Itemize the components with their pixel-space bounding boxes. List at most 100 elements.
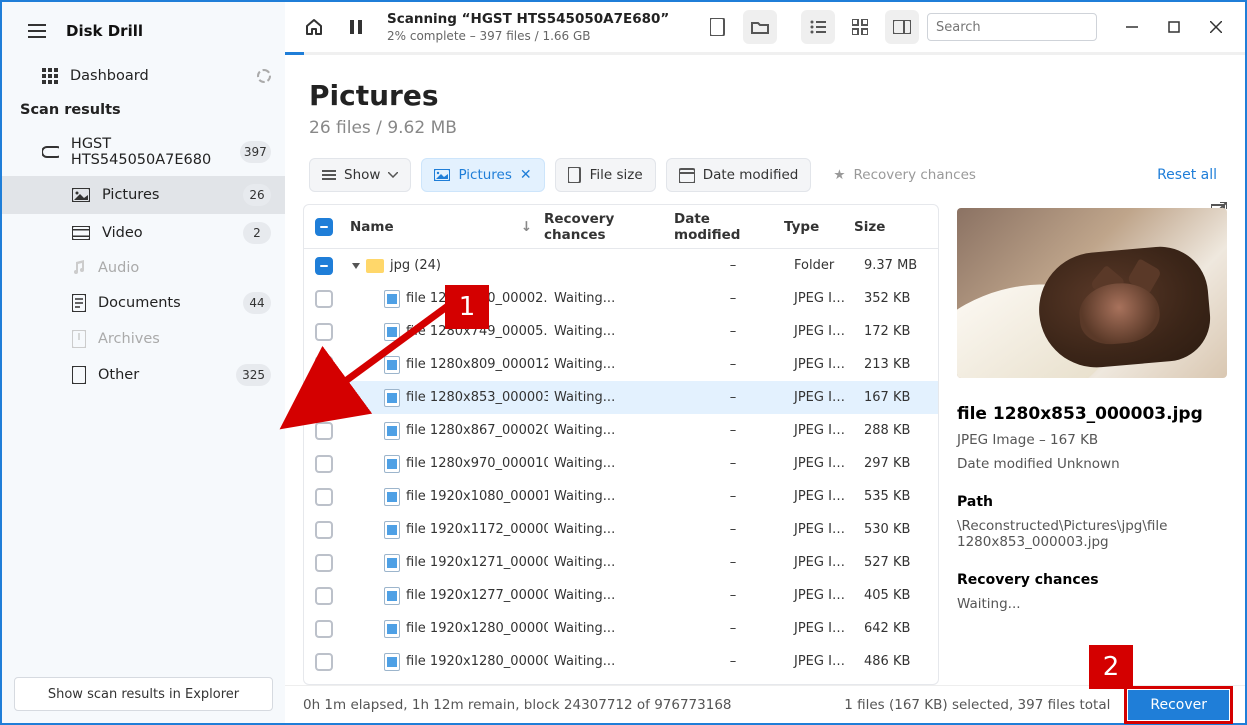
- row-checkbox[interactable]: [315, 587, 333, 605]
- sidebar-item-archives[interactable]: Archives: [2, 322, 285, 356]
- row-checkbox[interactable]: [315, 653, 333, 671]
- file-row[interactable]: file 1280x867_000020... Waiting... – JPE…: [304, 414, 938, 447]
- preview-rc-label: Recovery chances: [957, 572, 1227, 588]
- sidebar-item-disk[interactable]: HGST HTS545050A7E680 397: [2, 128, 285, 176]
- recover-button[interactable]: Recover: [1128, 690, 1229, 720]
- row-type: JPEG Im...: [788, 489, 858, 504]
- archive-icon: [72, 330, 86, 348]
- status-left: 0h 1m elapsed, 1h 12m remain, block 2430…: [303, 697, 732, 713]
- file-icon: [72, 366, 86, 384]
- row-type: JPEG Im...: [788, 588, 858, 603]
- filter-file-size[interactable]: File size: [555, 158, 656, 192]
- file-row[interactable]: file 1920x1280_00000... Waiting... – JPE…: [304, 612, 938, 645]
- row-type: JPEG Im...: [788, 324, 858, 339]
- sidebar-item-documents[interactable]: Documents 44: [2, 284, 285, 322]
- list-view-button[interactable]: [801, 10, 835, 44]
- search-input[interactable]: [936, 20, 1106, 35]
- row-recovery: Waiting...: [548, 423, 678, 438]
- row-checkbox[interactable]: [315, 620, 333, 638]
- file-row[interactable]: file 1920x1080_00001... Waiting... – JPE…: [304, 480, 938, 513]
- filter-recovery-chances[interactable]: ★ Recovery chances: [821, 158, 988, 192]
- row-type: JPEG Im...: [788, 456, 858, 471]
- row-name: jpg (24): [390, 258, 441, 273]
- reset-all-link[interactable]: Reset all: [1157, 167, 1217, 183]
- row-date: –: [678, 456, 788, 471]
- folder-view-button[interactable]: [743, 10, 777, 44]
- row-checkbox[interactable]: [315, 455, 333, 473]
- row-type: JPEG Im...: [788, 423, 858, 438]
- grid-view-button[interactable]: [843, 10, 877, 44]
- row-size: 288 KB: [858, 423, 938, 438]
- maximize-button[interactable]: [1157, 13, 1191, 41]
- sidebar-item-label: Audio: [98, 260, 139, 276]
- preview-meta: JPEG Image – 167 KB: [957, 432, 1227, 448]
- show-dropdown[interactable]: Show: [309, 158, 411, 192]
- row-date: –: [678, 423, 788, 438]
- show-in-explorer-button[interactable]: Show scan results in Explorer: [14, 677, 273, 711]
- col-recovery[interactable]: Recovery chances: [538, 211, 668, 243]
- col-name[interactable]: Name ↓: [344, 219, 538, 235]
- nav-dashboard[interactable]: Dashboard: [2, 60, 285, 92]
- nav-dashboard-label: Dashboard: [70, 68, 149, 84]
- file-row[interactable]: file 1920x1172_00000... Waiting... – JPE…: [304, 513, 938, 546]
- folder-row[interactable]: jpg (24) – Folder 9.37 MB: [304, 249, 938, 282]
- scan-title: Scanning “HGST HTS545050A7E680”: [387, 11, 669, 27]
- section-title: Scan results: [2, 92, 285, 128]
- sidebar-item-pictures[interactable]: Pictures 26: [2, 176, 285, 214]
- row-name: file 1920x1280_00000...: [406, 621, 548, 636]
- pause-button[interactable]: [339, 10, 373, 44]
- filter-date-modified[interactable]: Date modified: [666, 158, 812, 192]
- file-row[interactable]: file 1920x1280_00000... Waiting... – JPE…: [304, 645, 938, 678]
- minimize-button[interactable]: [1115, 13, 1149, 41]
- video-icon: [72, 226, 90, 240]
- row-checkbox[interactable]: [315, 521, 333, 539]
- row-size: 172 KB: [858, 324, 938, 339]
- sidebar-item-video[interactable]: Video 2: [2, 214, 285, 252]
- col-type[interactable]: Type: [778, 219, 848, 235]
- document-icon: [72, 294, 86, 312]
- file-row[interactable]: file 1920x1271_00000... Waiting... – JPE…: [304, 546, 938, 579]
- row-size: 9.37 MB: [858, 258, 938, 273]
- row-checkbox[interactable]: [315, 257, 333, 275]
- preview-image: [957, 208, 1227, 378]
- row-checkbox[interactable]: [315, 422, 333, 440]
- file-icon: [384, 620, 400, 638]
- row-name: file 1280x970_000010...: [406, 456, 548, 471]
- select-all-checkbox[interactable]: [315, 218, 333, 236]
- preview-filename: file 1280x853_000003.jpg: [957, 404, 1227, 424]
- drive-icon: [42, 145, 59, 159]
- row-recovery: Waiting...: [548, 654, 678, 669]
- col-size[interactable]: Size: [848, 219, 928, 235]
- sidebar-item-audio[interactable]: Audio: [2, 252, 285, 284]
- preview-date: Date modified Unknown: [957, 456, 1227, 472]
- preview-rc-value: Waiting...: [957, 596, 1227, 612]
- row-name: file 1280x867_000020...: [406, 423, 548, 438]
- file-icon: [384, 488, 400, 506]
- row-name: file 1920x1271_00000...: [406, 555, 548, 570]
- filterbar: Show Pictures ✕ File size Date modified …: [285, 146, 1245, 204]
- file-row[interactable]: file 1920x1277_00000... Waiting... – JPE…: [304, 579, 938, 612]
- row-checkbox[interactable]: [315, 488, 333, 506]
- filter-pictures-chip[interactable]: Pictures ✕: [421, 158, 544, 192]
- hamburger-menu[interactable]: [20, 14, 54, 48]
- col-date[interactable]: Date modified: [668, 211, 778, 243]
- close-button[interactable]: [1199, 13, 1233, 41]
- row-recovery: Waiting...: [548, 522, 678, 537]
- file-view-button[interactable]: [701, 10, 735, 44]
- panel-icon: [893, 20, 911, 34]
- row-recovery: Waiting...: [548, 390, 678, 405]
- calendar-icon: [679, 167, 695, 183]
- row-name: file 1920x1080_00001...: [406, 489, 548, 504]
- file-row[interactable]: file 1280x970_000010... Waiting... – JPE…: [304, 447, 938, 480]
- file-icon: [384, 521, 400, 539]
- expand-icon[interactable]: [352, 263, 360, 269]
- home-button[interactable]: [297, 10, 331, 44]
- row-type: JPEG Im...: [788, 522, 858, 537]
- sidebar-item-label: HGST HTS545050A7E680: [71, 136, 228, 168]
- panel-view-button[interactable]: [885, 10, 919, 44]
- sidebar-item-label: Other: [98, 367, 139, 383]
- sidebar-item-other[interactable]: Other 325: [2, 356, 285, 394]
- search-box[interactable]: [927, 13, 1097, 41]
- remove-chip-icon[interactable]: ✕: [520, 167, 532, 183]
- row-checkbox[interactable]: [315, 554, 333, 572]
